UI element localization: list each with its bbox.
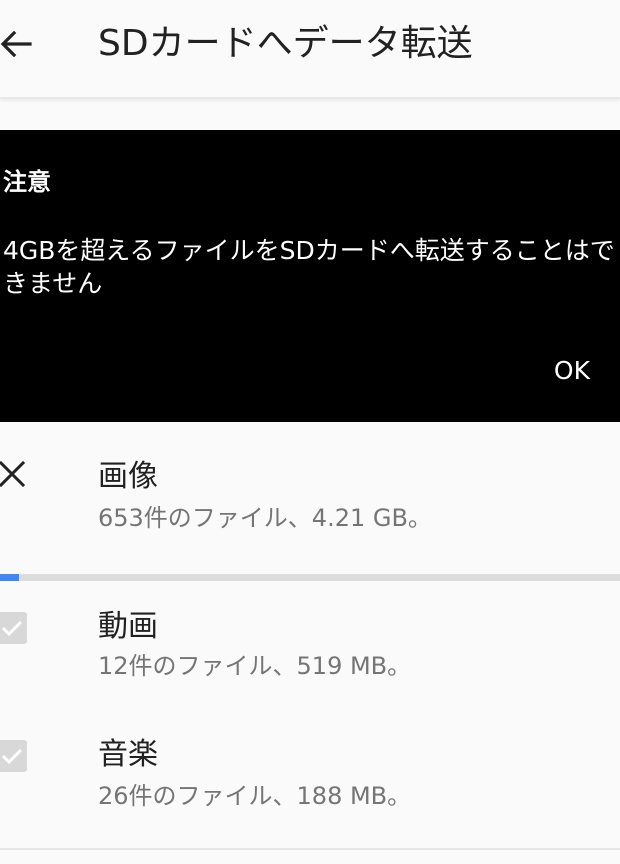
back-button[interactable]	[0, 22, 38, 66]
check-icon	[1, 748, 23, 765]
item-subtitle: 26件のファイル、188 MB。	[98, 782, 412, 810]
dialog-message: 4GBを超えるファイルをSDカードへ転送することはできません	[3, 236, 615, 298]
transfer-progress-bar	[0, 574, 620, 581]
dialog-title: 注意	[3, 168, 51, 196]
list-item-images[interactable]: 画像 653件のファイル、4.21 GB。	[0, 440, 620, 574]
ok-button[interactable]: OK	[554, 354, 590, 388]
checkbox[interactable]	[0, 740, 27, 772]
transfer-to-sd-screen: SDカードへデータ転送 注意 4GBを超えるファイルをSDカードへ転送することは…	[0, 0, 620, 864]
app-bar: SDカードへデータ転送	[0, 0, 620, 99]
list-item-music[interactable]: 音楽 26件のファイル、188 MB。	[0, 722, 620, 842]
warning-dialog: 注意 4GBを超えるファイルをSDカードへ転送することはできません OK	[0, 130, 620, 422]
divider	[0, 848, 620, 850]
checkbox[interactable]	[0, 612, 27, 644]
page-title: SDカードへデータ転送	[98, 23, 473, 64]
item-title: 音楽	[98, 737, 158, 772]
item-title: 画像	[98, 459, 158, 494]
arrow-left-icon	[0, 30, 32, 58]
close-icon[interactable]	[0, 460, 26, 488]
item-subtitle: 12件のファイル、519 MB。	[98, 652, 412, 680]
item-title: 動画	[98, 609, 158, 644]
list-item-videos[interactable]: 動画 12件のファイル、519 MB。	[0, 592, 620, 712]
item-subtitle: 653件のファイル、4.21 GB。	[98, 504, 432, 532]
progress-fill	[0, 574, 19, 581]
check-icon	[1, 620, 23, 637]
